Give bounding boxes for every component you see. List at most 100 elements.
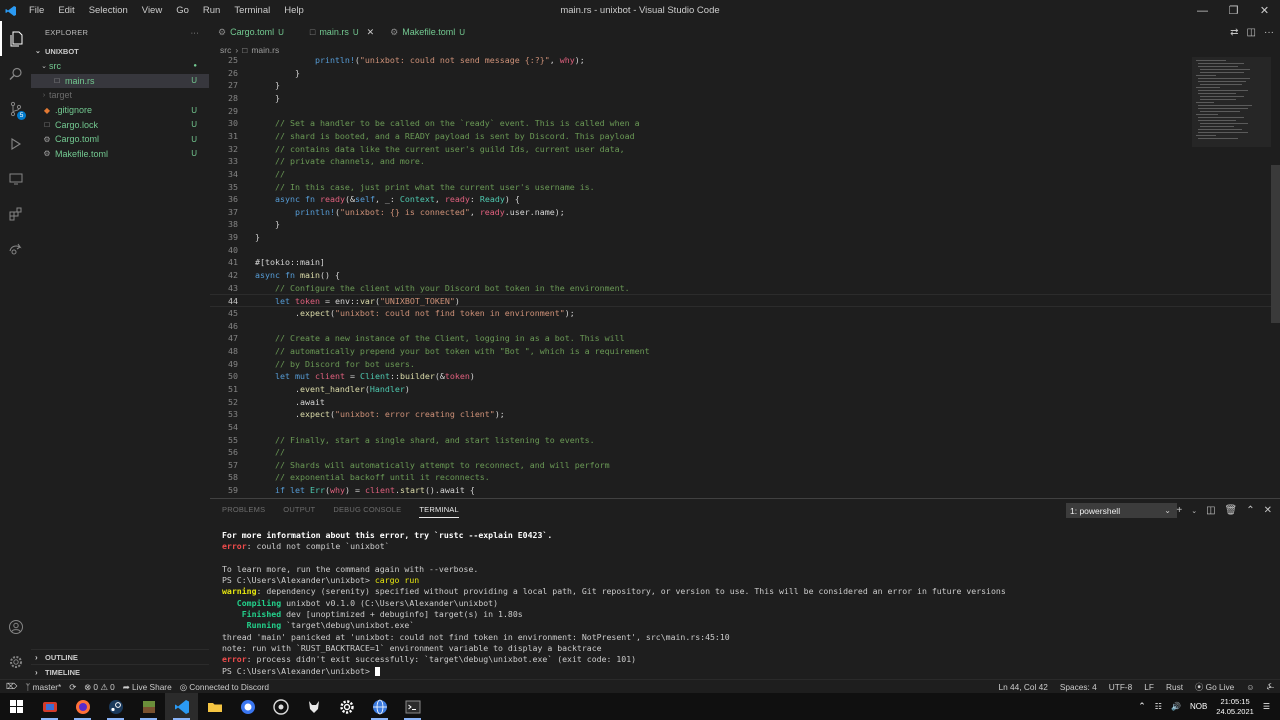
code-line[interactable]: 46	[210, 320, 1272, 333]
code-line[interactable]: 44 let token = env::var("UNIXBOT_TOKEN")	[210, 294, 1272, 307]
tree-file-cargo-lock[interactable]: □ Cargo.lock U	[31, 117, 209, 132]
breadcrumb-folder[interactable]: src	[220, 45, 231, 55]
end-of-line[interactable]: LF	[1144, 682, 1154, 692]
code-line[interactable]: 58 // exponential backoff until it recon…	[210, 471, 1272, 484]
remote-icon[interactable]: ⌦	[6, 682, 17, 691]
code-line[interactable]: 32 // contains data like the current use…	[210, 143, 1272, 156]
cursor-position[interactable]: Ln 44, Col 42	[999, 682, 1048, 692]
code-line[interactable]: 34 //	[210, 168, 1272, 181]
discord-item[interactable]: ◎ Connected to Discord	[180, 682, 269, 692]
menu-file[interactable]: File	[22, 0, 51, 21]
code-line[interactable]: 56 //	[210, 446, 1272, 459]
settings-gear-icon[interactable]	[330, 693, 363, 720]
split-editor-icon[interactable]: ◫	[1247, 27, 1256, 38]
close-window-button[interactable]: ✕	[1249, 0, 1280, 21]
project-section[interactable]: ⌄ UNIXBOT	[31, 43, 209, 59]
code-line[interactable]: 52 .await	[210, 396, 1272, 409]
menu-view[interactable]: View	[135, 0, 169, 21]
tree-file-main-rs[interactable]: □ main.rs U	[31, 73, 209, 89]
terminal-app-icon[interactable]	[396, 693, 429, 720]
code-line[interactable]: 26 }	[210, 67, 1272, 80]
clock[interactable]: 21:05:15 24.05.2021	[1216, 697, 1254, 717]
wolf-app-icon[interactable]	[297, 693, 330, 720]
code-line[interactable]: 27 }	[210, 79, 1272, 92]
timeline-section[interactable]: › TIMELINE	[31, 664, 209, 679]
branch-item[interactable]: ᛉ master*	[25, 682, 61, 692]
menu-go[interactable]: Go	[169, 0, 196, 21]
vscode-taskbar-icon[interactable]	[165, 693, 198, 720]
code-line[interactable]: 43 // Configure the client with your Dis…	[210, 282, 1272, 295]
mail-app-icon[interactable]	[33, 693, 66, 720]
live-share-item[interactable]: ➦ Live Share	[123, 682, 172, 692]
problems-item[interactable]: ⊗ 0 ⚠ 0	[84, 682, 115, 692]
chevron-down-icon[interactable]: ⌄	[1191, 507, 1197, 515]
chevron-up-icon[interactable]: ⌃	[1138, 701, 1146, 712]
code-editor[interactable]: 25 println!("unixbot: could not send mes…	[210, 57, 1272, 498]
code-line[interactable]: 57 // Shards will automatically attempt …	[210, 459, 1272, 472]
tab-problems[interactable]: PROBLEMS	[222, 505, 265, 518]
feedback-icon[interactable]: ☺	[1246, 682, 1254, 692]
file-explorer-icon[interactable]	[198, 693, 231, 720]
code-line[interactable]: 42 async fn main() {	[210, 269, 1272, 282]
breadcrumb-file[interactable]: main.rs	[251, 45, 279, 55]
code-line[interactable]: 36 async fn ready(&self, _: Context, rea…	[210, 193, 1272, 206]
close-panel-icon[interactable]: ✕	[1264, 505, 1272, 516]
code-line[interactable]: 30 // Set a handler to be called on the …	[210, 117, 1272, 130]
split-terminal-icon[interactable]: ◫	[1206, 505, 1215, 516]
code-line[interactable]: 38 }	[210, 218, 1272, 231]
menu-terminal[interactable]: Terminal	[227, 0, 277, 21]
code-line[interactable]: 28 }	[210, 92, 1272, 105]
open-changes-icon[interactable]: ⇄	[1230, 27, 1238, 38]
github-desktop-icon[interactable]	[264, 693, 297, 720]
extensions-icon[interactable]	[0, 196, 31, 231]
firefox-icon[interactable]	[66, 693, 99, 720]
code-line[interactable]: 50 let mut client = Client::builder(&tok…	[210, 370, 1272, 383]
tab-cargo-toml[interactable]: ⚙ Cargo.toml U	[210, 21, 292, 43]
tree-folder-target[interactable]: › target	[31, 88, 209, 103]
encoding[interactable]: UTF-8	[1109, 682, 1133, 692]
code-line[interactable]: 37 println!("unixbot: {} is connected", …	[210, 206, 1272, 219]
notifications-bell-icon[interactable]: ⍼	[1267, 681, 1274, 692]
more-actions-icon[interactable]: ···	[1264, 27, 1274, 38]
start-windows-icon[interactable]	[0, 693, 33, 720]
code-line[interactable]: 51 .event_handler(Handler)	[210, 383, 1272, 396]
settings-gear-icon[interactable]	[0, 644, 31, 679]
menu-selection[interactable]: Selection	[82, 0, 135, 21]
account-icon[interactable]	[0, 609, 31, 644]
search-icon[interactable]	[0, 56, 31, 91]
explorer-icon[interactable]	[0, 21, 31, 56]
speaker-icon[interactable]: 🔊	[1171, 702, 1181, 711]
code-line[interactable]: 59 if let Err(why) = client.start().awai…	[210, 484, 1272, 497]
input-language[interactable]: NOB	[1190, 702, 1207, 711]
terminal-select[interactable]: 1: powershell ⌄	[1066, 503, 1177, 518]
source-control-icon[interactable]: 5	[0, 91, 31, 126]
go-live-item[interactable]: ⦿ Go Live	[1195, 681, 1234, 693]
code-line[interactable]: 53 .expect("unixbot: error creating clie…	[210, 408, 1272, 421]
tab-output[interactable]: OUTPUT	[283, 505, 315, 518]
new-terminal-icon[interactable]: +	[1176, 505, 1182, 516]
maximize-panel-icon[interactable]: ⌃	[1246, 505, 1254, 516]
code-line[interactable]: 31 // shard is booted, and a READY paylo…	[210, 130, 1272, 143]
minimap[interactable]	[1192, 57, 1272, 498]
live-share-icon[interactable]	[0, 231, 31, 266]
code-line[interactable]: 25 println!("unixbot: could not send mes…	[210, 57, 1272, 67]
sync-icon[interactable]: ⟳	[69, 682, 76, 692]
restore-button[interactable]: ❐	[1218, 0, 1249, 21]
close-tab-icon[interactable]: ✕	[367, 27, 375, 38]
menu-help[interactable]: Help	[277, 0, 311, 21]
code-line[interactable]: 54	[210, 421, 1272, 434]
menu-edit[interactable]: Edit	[51, 0, 81, 21]
remote-explorer-icon[interactable]	[0, 161, 31, 196]
code-line[interactable]: 55 // Finally, start a single shard, and…	[210, 434, 1272, 447]
language-mode[interactable]: Rust	[1166, 682, 1183, 692]
tree-folder-src[interactable]: ⌄ src ●	[31, 59, 209, 74]
tree-file-makefile-toml[interactable]: ⚙ Makefile.toml U	[31, 147, 209, 162]
network-icon[interactable]: ☷	[1155, 702, 1162, 711]
code-line[interactable]: 29	[210, 105, 1272, 118]
tab-main-rs[interactable]: □ main.rs U ✕	[291, 21, 383, 43]
more-actions-icon[interactable]: ···	[191, 28, 199, 37]
code-line[interactable]: 48 // automatically prepend your bot tok…	[210, 345, 1272, 358]
code-line[interactable]: 40	[210, 244, 1272, 257]
signal-messenger-icon[interactable]	[231, 693, 264, 720]
browser-globe-icon[interactable]	[363, 693, 396, 720]
